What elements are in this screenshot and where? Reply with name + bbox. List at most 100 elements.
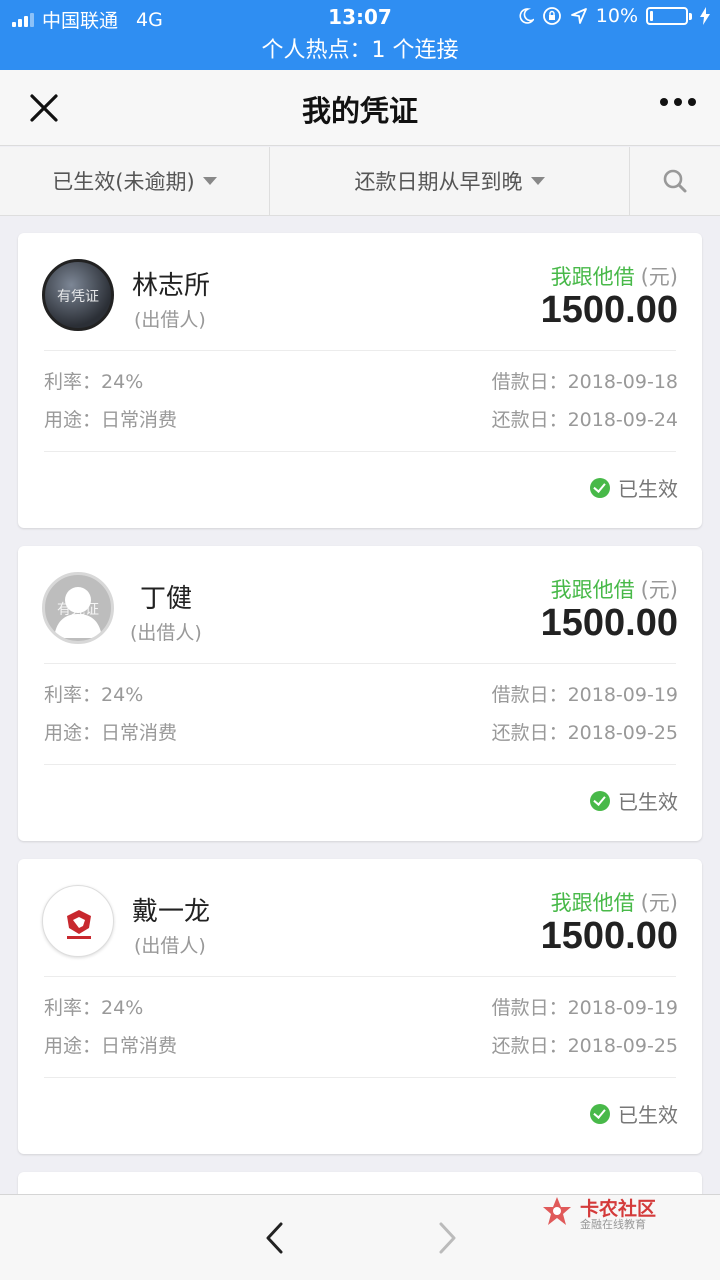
- rate-value: 24%: [101, 997, 144, 1019]
- use-label: 用途：: [44, 409, 102, 431]
- status-bar: 中国联通 4G 13:07 10%: [0, 0, 720, 36]
- direction-label: 我跟他借: [550, 578, 635, 602]
- use-value: 日常消费: [101, 722, 178, 744]
- battery-level: [650, 11, 653, 21]
- loan-direction: 我跟他借 (元): [551, 261, 678, 291]
- status-right: 10%: [518, 5, 710, 27]
- status-badge: 已生效: [590, 786, 678, 815]
- lend-date-label: 借款日：: [491, 371, 568, 393]
- repay-date-label: 还款日：: [491, 722, 568, 744]
- sort-label: 还款日期从早到晚: [354, 170, 523, 194]
- currency-unit: (元): [640, 578, 678, 602]
- search-icon: [663, 169, 687, 193]
- use-value: 日常消费: [101, 1035, 178, 1057]
- hotspot-banner[interactable]: 个人热点：1 个连接: [0, 36, 720, 70]
- caret-down-icon: [202, 177, 217, 185]
- rate-label: 利率：: [44, 684, 102, 706]
- check-circle-icon: [590, 790, 610, 811]
- repay-date-value: 2018-09-24: [567, 409, 678, 431]
- more-icon[interactable]: [660, 98, 696, 106]
- moon-icon: [519, 8, 534, 24]
- watermark: 卡农社区 金融在线教育: [540, 1192, 664, 1232]
- voucher-card[interactable]: 有凭证 林志所 (出借人) 我跟他借 (元) 1500.00 利率：24% 用途：…: [18, 233, 702, 528]
- loan-amount: 1500.00: [540, 915, 678, 957]
- lender-name: 林志所: [132, 271, 211, 301]
- lender-role: (出借人): [130, 622, 202, 644]
- voucher-card[interactable]: 戴一龙 (出借人) 我跟他借 (元) 1500.00 利率：24% 用途：日常消费…: [18, 859, 702, 1154]
- status-filter-label: 已生效(未逾期): [52, 170, 195, 194]
- sort-dropdown[interactable]: 还款日期从早到晚: [270, 147, 630, 215]
- status-filter-dropdown[interactable]: 已生效(未逾期): [0, 147, 270, 215]
- watermark-subtitle: 金融在线教育: [580, 1218, 646, 1231]
- location-icon: [570, 8, 587, 24]
- lender-role: (出借人): [134, 309, 206, 331]
- avatar: [42, 885, 114, 957]
- loan-purpose: 用途：日常消费: [44, 718, 177, 745]
- filter-bar: 已生效(未逾期) 还款日期从早到晚: [0, 147, 720, 216]
- voucher-card[interactable]: 有凭证 丁健 (出借人) 我跟他借 (元) 1500.00 利率：24% 用途：日…: [18, 546, 702, 841]
- back-arrow-icon[interactable]: [260, 1221, 290, 1255]
- caret-down-icon: [530, 177, 545, 185]
- rate-value: 24%: [101, 684, 144, 706]
- status-badge: 已生效: [590, 1099, 678, 1128]
- direction-label: 我跟他借: [550, 891, 635, 915]
- divider: [44, 764, 676, 765]
- currency-unit: (元): [640, 891, 678, 915]
- page-title: 我的凭证: [301, 94, 418, 128]
- avatar: 有凭证: [42, 572, 114, 644]
- lend-date: 借款日：2018-09-19: [492, 680, 678, 707]
- lend-date-value: 2018-09-18: [567, 371, 678, 393]
- direction-label: 我跟他借: [550, 265, 635, 289]
- rate-label: 利率：: [44, 371, 102, 393]
- status-label: 已生效: [618, 1103, 678, 1127]
- forward-arrow-icon[interactable]: [432, 1221, 462, 1255]
- watermark-logo-icon: [543, 1197, 571, 1225]
- lend-date: 借款日：2018-09-19: [492, 993, 678, 1020]
- rate-label: 利率：: [44, 997, 102, 1019]
- avatar-overlay-text: 有凭证: [57, 602, 99, 618]
- use-label: 用途：: [44, 722, 102, 744]
- lend-date-label: 借款日：: [491, 997, 568, 1019]
- check-circle-icon: [590, 477, 610, 498]
- loan-direction: 我跟他借 (元): [551, 574, 678, 604]
- repay-date-label: 还款日：: [491, 409, 568, 431]
- company-logo-icon: [67, 910, 91, 939]
- lend-date-value: 2018-09-19: [567, 684, 678, 706]
- search-button[interactable]: [630, 147, 720, 215]
- avatar: 有凭证: [42, 259, 114, 331]
- interest-rate: 利率：24%: [44, 367, 143, 394]
- lend-date-label: 借款日：: [491, 684, 568, 706]
- voucher-list: 有凭证 林志所 (出借人) 我跟他借 (元) 1500.00 利率：24% 用途：…: [18, 233, 702, 1212]
- orientation-lock-icon: [542, 7, 561, 25]
- use-value: 日常消费: [101, 409, 178, 431]
- divider: [44, 663, 676, 664]
- repay-date: 还款日：2018-09-24: [492, 405, 678, 432]
- repay-date-value: 2018-09-25: [567, 1035, 678, 1057]
- loan-purpose: 用途：日常消费: [44, 405, 177, 432]
- rate-value: 24%: [101, 371, 144, 393]
- nav-bar: 我的凭证: [0, 70, 720, 146]
- lender-role: (出借人): [134, 935, 206, 957]
- interest-rate: 利率：24%: [44, 680, 143, 707]
- loan-direction: 我跟他借 (元): [551, 887, 678, 917]
- currency-unit: (元): [640, 265, 678, 289]
- repay-date: 还款日：2018-09-25: [492, 1031, 678, 1058]
- loan-purpose: 用途：日常消费: [44, 1031, 177, 1058]
- charging-icon: [700, 7, 710, 25]
- battery-percent: 10%: [595, 5, 638, 27]
- check-circle-icon: [590, 1103, 610, 1124]
- battery-icon: [646, 7, 692, 25]
- divider: [44, 1077, 676, 1078]
- status-label: 已生效: [618, 790, 678, 814]
- use-label: 用途：: [44, 1035, 102, 1057]
- lend-date: 借款日：2018-09-18: [492, 367, 678, 394]
- repay-date-value: 2018-09-25: [567, 722, 678, 744]
- loan-amount: 1500.00: [540, 289, 678, 331]
- status-badge: 已生效: [590, 473, 678, 502]
- lend-date-value: 2018-09-19: [567, 997, 678, 1019]
- divider: [44, 976, 676, 977]
- lender-name: 丁健: [140, 584, 193, 614]
- repay-date: 还款日：2018-09-25: [492, 718, 678, 745]
- repay-date-label: 还款日：: [491, 1035, 568, 1057]
- lender-name: 戴一龙: [132, 897, 211, 927]
